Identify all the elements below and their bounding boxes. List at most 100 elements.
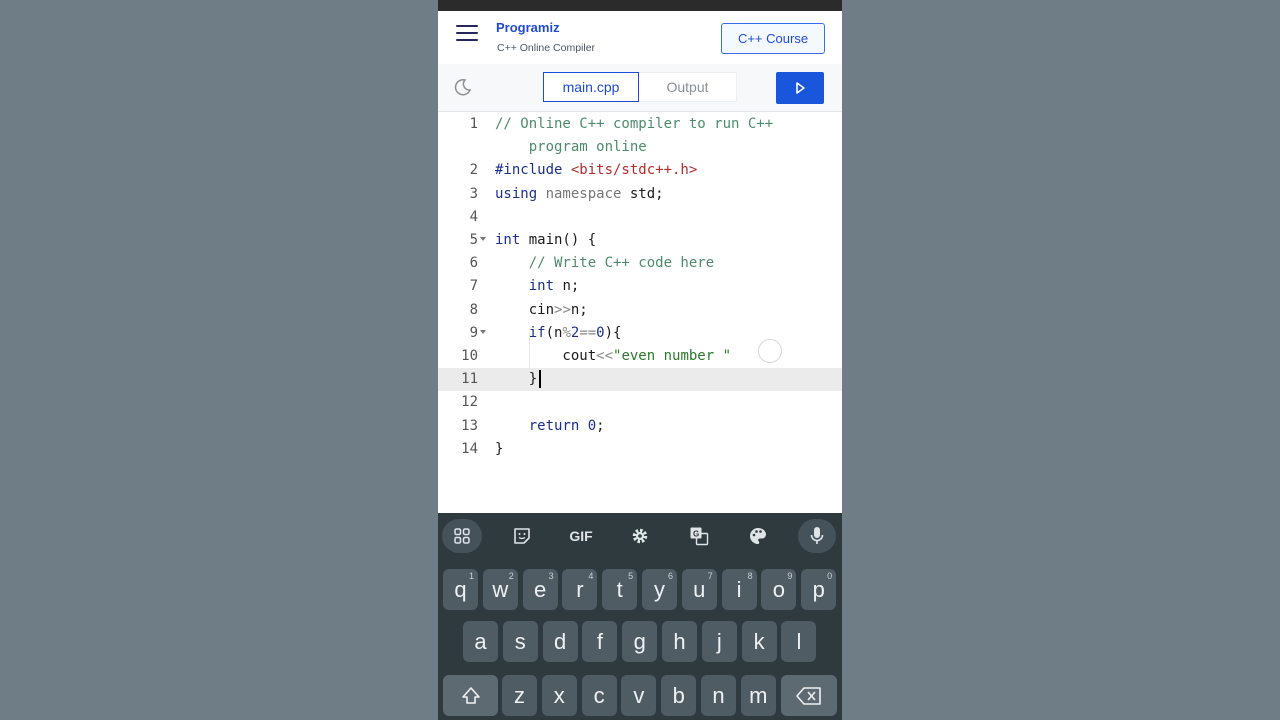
key-a[interactable]: a [463, 621, 498, 662]
key-s[interactable]: s [502, 621, 538, 662]
svg-text:G: G [693, 530, 699, 539]
key-label: i [736, 576, 742, 602]
line-number: 2 [469, 162, 478, 179]
code-line[interactable]: 5 int main() { [438, 229, 842, 252]
code-token: if [528, 324, 546, 341]
fold-arrow-icon[interactable] [480, 237, 486, 241]
key-label: h [673, 628, 686, 654]
code-token: (n [545, 324, 563, 341]
key-number-hint: 5 [628, 571, 634, 581]
key-j[interactable]: j [701, 621, 737, 662]
tab-main-cpp[interactable]: main.cpp [543, 72, 639, 102]
code-token: 0 [596, 324, 605, 341]
code-token: // Write C++ code here [528, 255, 715, 272]
key-number-hint: 6 [667, 571, 673, 581]
code-token: ){ [604, 324, 622, 341]
key-l[interactable]: l [781, 621, 817, 662]
key-k[interactable]: k [741, 621, 777, 662]
key-n[interactable]: n [701, 675, 736, 716]
code-line[interactable]: 13 return 0; [438, 415, 842, 438]
tab-output[interactable]: Output [639, 72, 737, 102]
key-r[interactable]: r4 [562, 569, 598, 610]
key-label: v [633, 682, 645, 708]
code-line[interactable]: 4 [438, 206, 842, 229]
code-line[interactable]: 8 cin>>n; [438, 299, 842, 322]
keyboard-apps-grid-icon[interactable] [442, 519, 482, 553]
key-m[interactable]: m [740, 675, 776, 716]
key-b[interactable]: b [661, 675, 697, 716]
key-label: u [693, 576, 706, 602]
key-f[interactable]: f [582, 621, 618, 662]
programiz-logo[interactable]: Programiz [496, 20, 560, 35]
key-label: q [454, 576, 467, 602]
code-line[interactable]: 9 if(n%2==0){ [438, 322, 842, 345]
play-icon [796, 82, 805, 94]
key-number-hint: 3 [548, 571, 554, 581]
key-label: b [672, 682, 685, 708]
key-v[interactable]: v [621, 675, 657, 716]
key-g[interactable]: g [622, 621, 658, 662]
code-token: #include [495, 162, 571, 179]
key-e[interactable]: e3 [522, 569, 558, 610]
code-line[interactable]: 3 using namespace std; [438, 183, 842, 206]
settings-gear-icon[interactable] [620, 521, 660, 551]
key-x[interactable]: x [541, 675, 577, 716]
code-line[interactable]: 12 [438, 391, 842, 414]
key-q[interactable]: q1 [443, 569, 478, 610]
key-c[interactable]: c [581, 675, 617, 716]
code-line[interactable]: 6 // Write C++ code here [438, 252, 842, 275]
key-o[interactable]: o9 [761, 569, 797, 610]
code-line[interactable]: 10 cout<<"even number " [438, 345, 842, 368]
code-line[interactable]: program online [438, 136, 842, 159]
translate-icon[interactable]: G [679, 521, 719, 551]
key-i[interactable]: i8 [721, 569, 757, 610]
code-token: main() { [528, 232, 597, 248]
code-line[interactable]: 1 // Online C++ compiler to run C++ [438, 113, 842, 136]
key-number-hint: 0 [827, 571, 833, 581]
key-label: l [796, 628, 802, 654]
code-text: cout<<"even number " [495, 345, 731, 368]
key-label: n [712, 682, 725, 708]
run-button[interactable] [776, 72, 824, 104]
code-text: return 0; [495, 415, 605, 438]
key-t[interactable]: t5 [602, 569, 638, 610]
code-text: // Write C++ code here [495, 252, 714, 275]
code-text: program online [495, 136, 647, 159]
dark-mode-moon-icon[interactable] [453, 77, 473, 97]
key-label: t [616, 576, 623, 602]
key-u[interactable]: u7 [681, 569, 717, 610]
theme-palette-icon[interactable] [738, 521, 778, 551]
line-number: 13 [461, 417, 478, 434]
fold-arrow-icon[interactable] [480, 329, 486, 334]
hamburger-menu-icon[interactable] [456, 25, 478, 43]
code-line[interactable]: 11 } [438, 368, 842, 392]
key-d[interactable]: d [542, 621, 578, 662]
code-line[interactable]: 7 int n; [438, 275, 842, 298]
code-token: int [495, 232, 529, 248]
code-token: ; [596, 417, 605, 434]
code-line[interactable]: 14} [438, 438, 842, 461]
sticker-icon[interactable] [502, 521, 542, 551]
code-editor[interactable]: 1 // Online C++ compiler to run C++ progr… [438, 112, 842, 513]
line-number: 8 [469, 301, 478, 318]
code-token: >> [554, 301, 571, 318]
key-z[interactable]: z [502, 675, 537, 716]
key-p[interactable]: p0 [801, 569, 837, 610]
key-h[interactable]: h [662, 621, 697, 662]
key-w[interactable]: w2 [482, 569, 518, 610]
key-label: z [514, 682, 525, 708]
backspace-key[interactable] [781, 675, 837, 716]
key-label: x [553, 682, 565, 708]
shift-key[interactable] [443, 675, 498, 716]
gif-button[interactable]: GIF [561, 521, 601, 551]
key-number-hint: 8 [747, 571, 753, 581]
key-y[interactable]: y6 [642, 569, 677, 610]
cpp-course-button[interactable]: C++ Course [721, 23, 825, 54]
code-token: program online [495, 139, 647, 156]
key-label: c [593, 682, 605, 708]
code-line[interactable]: 2 #include <bits/stdc++.h> [438, 159, 842, 182]
code-token: % [562, 324, 571, 341]
microphone-icon[interactable] [798, 519, 836, 553]
line-number: 6 [469, 255, 478, 272]
